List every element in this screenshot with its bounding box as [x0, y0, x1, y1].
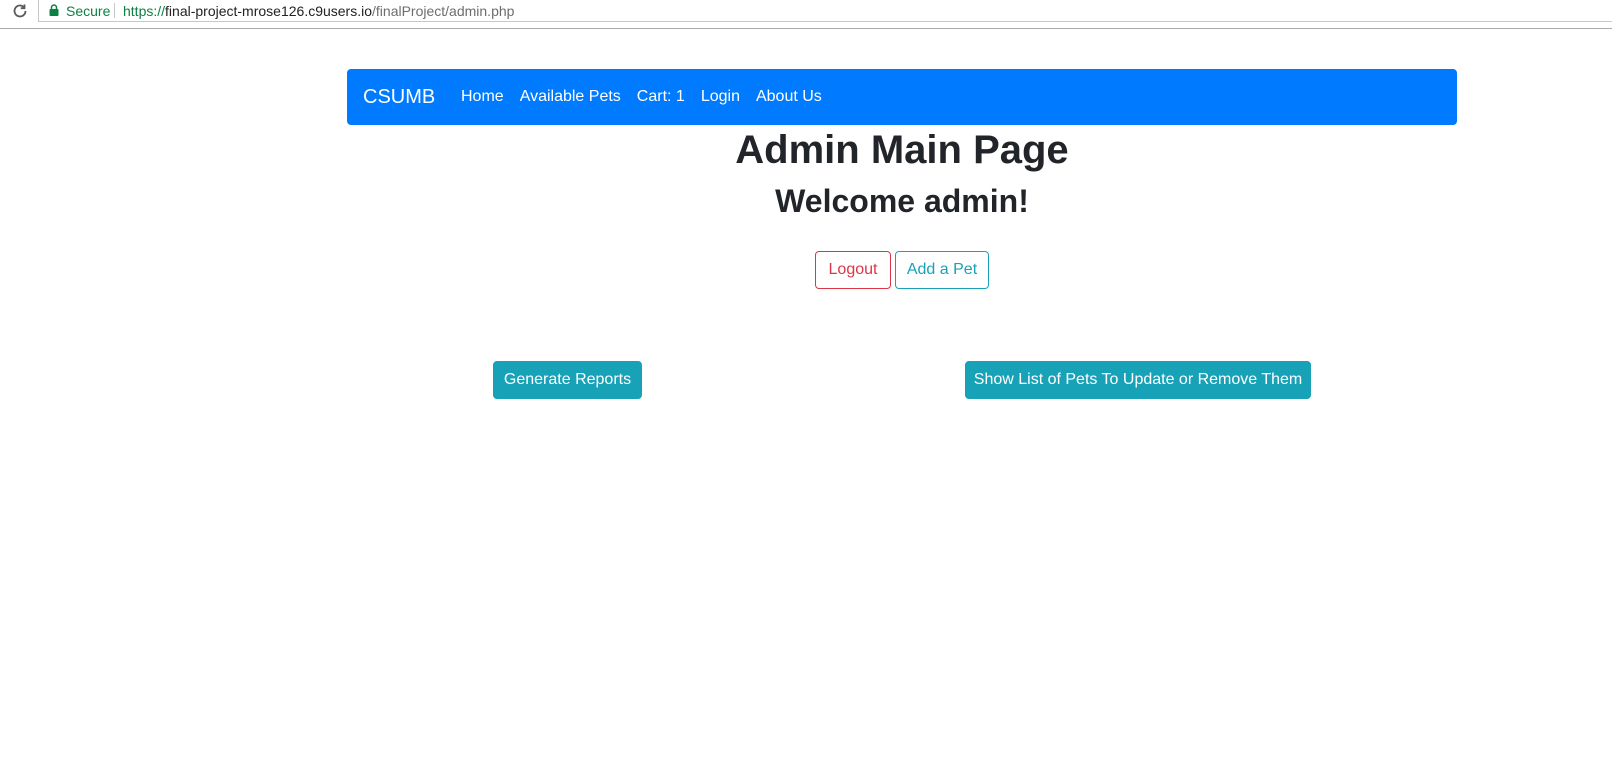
- nav-links: Home Available Pets Cart: 1 Login About …: [453, 86, 830, 108]
- url-path: /finalProject/admin.php: [372, 3, 515, 19]
- browser-address-bar: Secure https://final-project-mrose126.c9…: [0, 0, 1612, 29]
- url-divider: [114, 3, 115, 18]
- main-navbar: CSUMB Home Available Pets Cart: 1 Login …: [347, 69, 1457, 125]
- nav-link-available-pets[interactable]: Available Pets: [512, 86, 629, 108]
- url-scheme: https://: [123, 3, 166, 19]
- logout-button[interactable]: Logout: [815, 251, 891, 289]
- nav-link-cart[interactable]: Cart: 1: [629, 86, 693, 108]
- reload-icon[interactable]: [11, 2, 29, 20]
- navbar-brand[interactable]: CSUMB: [363, 84, 435, 110]
- generate-reports-button[interactable]: Generate Reports: [493, 361, 642, 399]
- nav-link-about-us[interactable]: About Us: [748, 86, 830, 108]
- secure-label: Secure: [66, 3, 111, 19]
- nav-link-home[interactable]: Home: [453, 86, 512, 108]
- omnibox[interactable]: Secure https://final-project-mrose126.c9…: [38, 0, 1612, 22]
- url-text[interactable]: https://final-project-mrose126.c9users.i…: [123, 2, 514, 20]
- nav-link-login[interactable]: Login: [693, 86, 748, 108]
- show-pet-list-button[interactable]: Show List of Pets To Update or Remove Th…: [965, 361, 1311, 399]
- welcome-heading: Welcome admin!: [775, 183, 1029, 219]
- lock-icon: [49, 4, 59, 16]
- add-pet-button[interactable]: Add a Pet: [895, 251, 989, 289]
- page-title: Admin Main Page: [735, 128, 1069, 172]
- url-host: final-project-mrose126.c9users.io: [165, 3, 373, 19]
